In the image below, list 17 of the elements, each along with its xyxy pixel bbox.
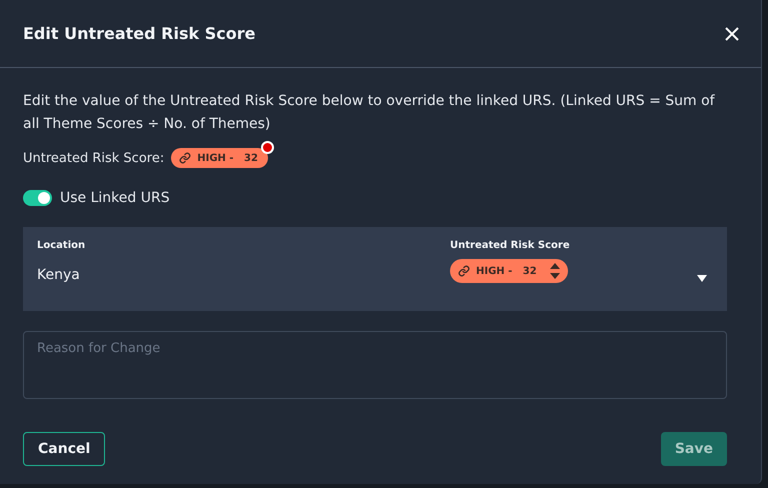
column-header: Untreated Risk Score bbox=[450, 240, 571, 251]
cancel-button[interactable]: Cancel bbox=[23, 432, 106, 466]
score-label: Untreated Risk Score: bbox=[23, 150, 164, 166]
dialog-title: Edit Untreated Risk Score bbox=[23, 24, 256, 43]
spinner-arrows-icon bbox=[550, 263, 560, 279]
link-icon bbox=[179, 152, 192, 164]
column-header: Location bbox=[37, 240, 86, 251]
table-cell-text: Kenya bbox=[37, 267, 81, 283]
description-text: Edit the value of the Untreated Risk Score below to override the linked URS. (Linked URS = Sum of all Theme Scores ÷ No. of Themes) bbox=[23, 92, 716, 134]
link-icon bbox=[458, 265, 470, 277]
close-button[interactable] bbox=[723, 24, 741, 42]
toggle-switch[interactable] bbox=[23, 190, 52, 206]
close-icon bbox=[725, 26, 739, 40]
risk-score-spinner[interactable]: HIGH - 32 bbox=[450, 259, 568, 283]
reason-field[interactable]: Reason for Change bbox=[23, 331, 727, 399]
toggle-label: Use Linked URS bbox=[60, 190, 170, 206]
dropdown-caret-icon[interactable] bbox=[697, 274, 707, 282]
